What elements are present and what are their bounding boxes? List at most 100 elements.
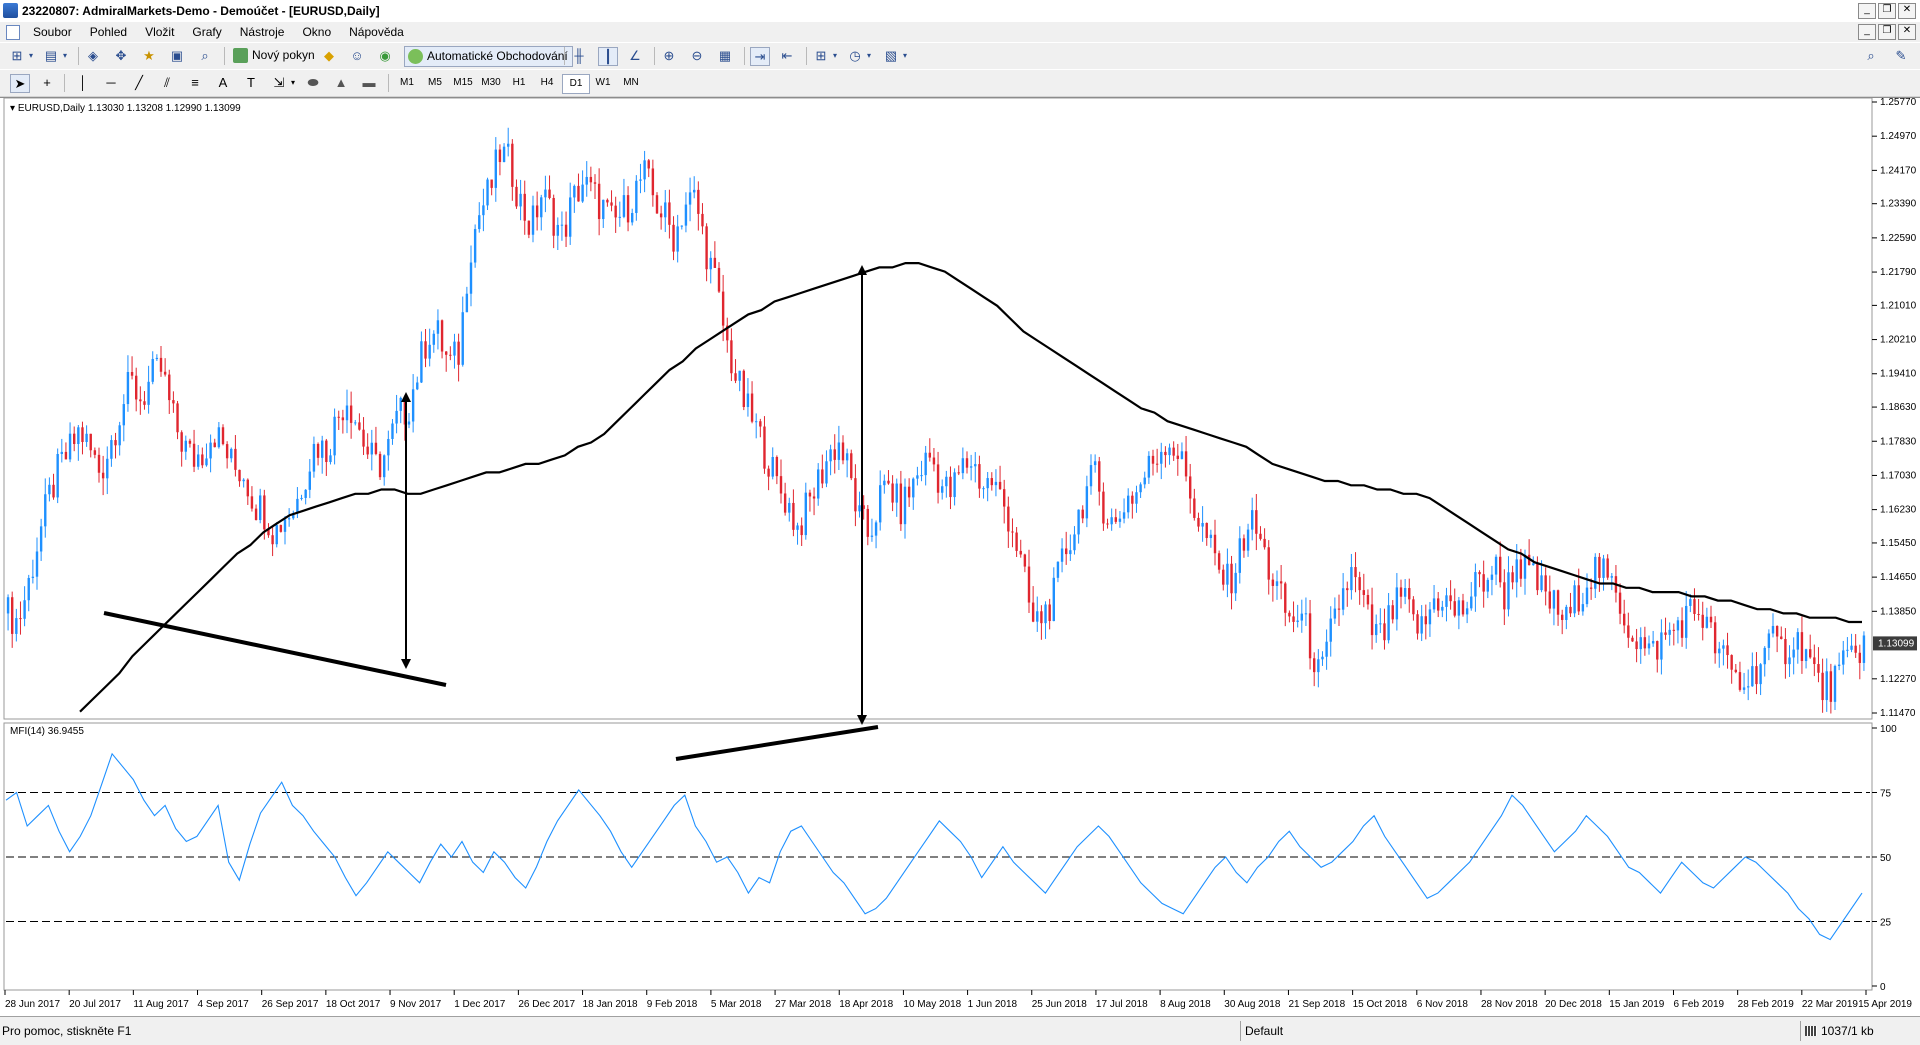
timeframe-w1[interactable]: W1 bbox=[590, 74, 616, 92]
arrows-dropdown-icon[interactable]: ▾ bbox=[284, 74, 302, 91]
metaeditor-icon[interactable]: ◆ bbox=[320, 47, 338, 64]
candle-body bbox=[527, 220, 531, 235]
candle-body bbox=[1569, 606, 1572, 614]
navigator-icon[interactable]: ★ bbox=[140, 47, 158, 64]
line-chart-icon[interactable]: ∠ bbox=[626, 47, 644, 64]
menu-item-4[interactable]: Nástroje bbox=[231, 25, 294, 39]
status-profile[interactable]: Default bbox=[1240, 1021, 1365, 1041]
rectangle-icon[interactable]: ▬ bbox=[360, 74, 378, 91]
bar-chart-icon[interactable]: ╫ bbox=[570, 47, 588, 64]
triangle-icon[interactable]: ▲ bbox=[332, 74, 350, 91]
periods-dropdown-icon[interactable]: ▾ bbox=[860, 47, 878, 64]
candle-body bbox=[1238, 538, 1241, 573]
minimize-icon[interactable]: _ bbox=[1858, 3, 1876, 19]
timeframe-h1[interactable]: H1 bbox=[506, 74, 532, 92]
new-chart-dropdown-icon[interactable]: ▾ bbox=[22, 47, 40, 64]
signals-icon[interactable]: ☺ bbox=[348, 47, 366, 64]
menu-item-5[interactable]: Okno bbox=[293, 25, 340, 39]
vps-icon[interactable]: ◉ bbox=[376, 47, 394, 64]
terminal-icon[interactable]: ▣ bbox=[168, 47, 186, 64]
chart-window[interactable]: 1.25770 1.24970 1.24170 1.23390 1.22590 1.217… bbox=[0, 97, 1920, 1016]
candle-body bbox=[279, 525, 283, 532]
candle-body bbox=[593, 182, 597, 184]
date-tick-label: 6 Feb 2019 bbox=[1673, 999, 1724, 1010]
candle-body bbox=[850, 453, 853, 479]
candle-body bbox=[1122, 512, 1126, 519]
candle-body bbox=[920, 475, 923, 477]
data-window-icon[interactable]: ✥ bbox=[112, 47, 130, 64]
text-icon[interactable]: A bbox=[214, 74, 232, 91]
crosshair-icon[interactable]: + bbox=[38, 74, 56, 91]
close-icon[interactable]: ✕ bbox=[1898, 3, 1916, 19]
candle-body bbox=[308, 471, 311, 490]
candle-body bbox=[246, 479, 249, 497]
child-minimize-icon[interactable]: _ bbox=[1858, 24, 1876, 40]
menu-item-2[interactable]: Vložit bbox=[136, 25, 183, 39]
restore-icon[interactable]: ❐ bbox=[1878, 3, 1896, 19]
child-restore-icon[interactable]: ❐ bbox=[1878, 24, 1896, 40]
candle-body bbox=[812, 496, 816, 499]
templates-dropdown-icon[interactable]: ▾ bbox=[896, 47, 914, 64]
date-tick-label: 15 Apr 2019 bbox=[1858, 999, 1912, 1010]
auto-scroll-icon[interactable]: ⇥ bbox=[750, 47, 770, 66]
tester-icon[interactable]: ⌕ bbox=[196, 47, 214, 64]
search-icon[interactable]: ⌕ bbox=[1862, 47, 1880, 64]
trendline-icon[interactable]: ╱ bbox=[130, 74, 148, 91]
candle-body bbox=[378, 453, 382, 478]
timeframe-d1[interactable]: D1 bbox=[562, 74, 590, 94]
candle-body bbox=[1139, 484, 1142, 493]
candle-body bbox=[1763, 647, 1766, 665]
tile-windows-icon[interactable]: ▦ bbox=[716, 47, 734, 64]
candle-body bbox=[1069, 550, 1072, 555]
candle-body bbox=[238, 469, 241, 482]
text-label-icon[interactable]: T bbox=[242, 74, 260, 91]
candle-body bbox=[672, 224, 675, 252]
candle-body bbox=[1486, 579, 1489, 592]
candle-body bbox=[1511, 572, 1514, 583]
candle-body bbox=[1102, 491, 1105, 524]
candle-body bbox=[1073, 534, 1076, 551]
candle-body bbox=[1184, 451, 1188, 477]
cursor-icon[interactable]: ➤ bbox=[10, 74, 30, 93]
candle-body bbox=[883, 480, 886, 486]
indicators-dropdown-icon[interactable]: ▾ bbox=[826, 47, 844, 64]
timeframe-m1[interactable]: M1 bbox=[394, 74, 420, 92]
chart-window-icon[interactable] bbox=[6, 25, 20, 40]
fibonacci-icon[interactable]: ≡ bbox=[186, 74, 204, 91]
price-chart[interactable]: 1.25770 1.24970 1.24170 1.23390 1.22590 1.217… bbox=[0, 98, 1920, 1016]
equidistant-channel-icon[interactable]: ⫽ bbox=[158, 74, 176, 91]
date-tick-label: 5 Mar 2018 bbox=[711, 999, 762, 1010]
zoom-out-icon[interactable]: ⊖ bbox=[688, 47, 706, 64]
timeframe-m15[interactable]: M15 bbox=[450, 74, 476, 92]
candle-body bbox=[1833, 665, 1837, 702]
profiles-dropdown-icon[interactable]: ▾ bbox=[56, 47, 74, 64]
horizontal-line-icon[interactable]: ─ bbox=[102, 74, 120, 91]
timeframe-m30[interactable]: M30 bbox=[478, 74, 504, 92]
menu-item-1[interactable]: Pohled bbox=[81, 25, 136, 39]
candle-body bbox=[998, 481, 1002, 490]
traffic-icon bbox=[1805, 1026, 1817, 1036]
candle-body bbox=[1341, 588, 1345, 610]
candle-body bbox=[1788, 657, 1791, 665]
timeframe-h4[interactable]: H4 bbox=[534, 74, 560, 92]
price-tick-label: 1.21790 bbox=[1880, 267, 1917, 278]
ellipse-icon[interactable]: ⬬ bbox=[304, 74, 322, 91]
chart-shift-icon[interactable]: ⇤ bbox=[778, 47, 796, 64]
market-watch-icon[interactable]: ◈ bbox=[84, 47, 102, 64]
community-icon[interactable]: ✎ bbox=[1892, 47, 1910, 64]
timeframe-m5[interactable]: M5 bbox=[422, 74, 448, 92]
menu-item-6[interactable]: Nápověda bbox=[340, 25, 413, 39]
timeframe-mn[interactable]: MN bbox=[618, 74, 644, 92]
candle-body bbox=[1300, 613, 1303, 621]
candle-body bbox=[1465, 608, 1469, 615]
candlestick-icon[interactable]: ┃ bbox=[598, 47, 618, 66]
menu-item-0[interactable]: Soubor bbox=[24, 25, 81, 39]
menu-item-3[interactable]: Grafy bbox=[183, 25, 230, 39]
new-order-button[interactable]: Nový pokyn bbox=[230, 46, 319, 65]
child-close-icon[interactable]: ✕ bbox=[1898, 24, 1916, 40]
candle-body bbox=[1304, 613, 1308, 615]
auto-trading-button[interactable]: Automatické Obchodování bbox=[404, 46, 573, 67]
vertical-line-icon[interactable]: │ bbox=[74, 74, 92, 91]
candle-body bbox=[730, 340, 733, 374]
zoom-in-icon[interactable]: ⊕ bbox=[660, 47, 678, 64]
